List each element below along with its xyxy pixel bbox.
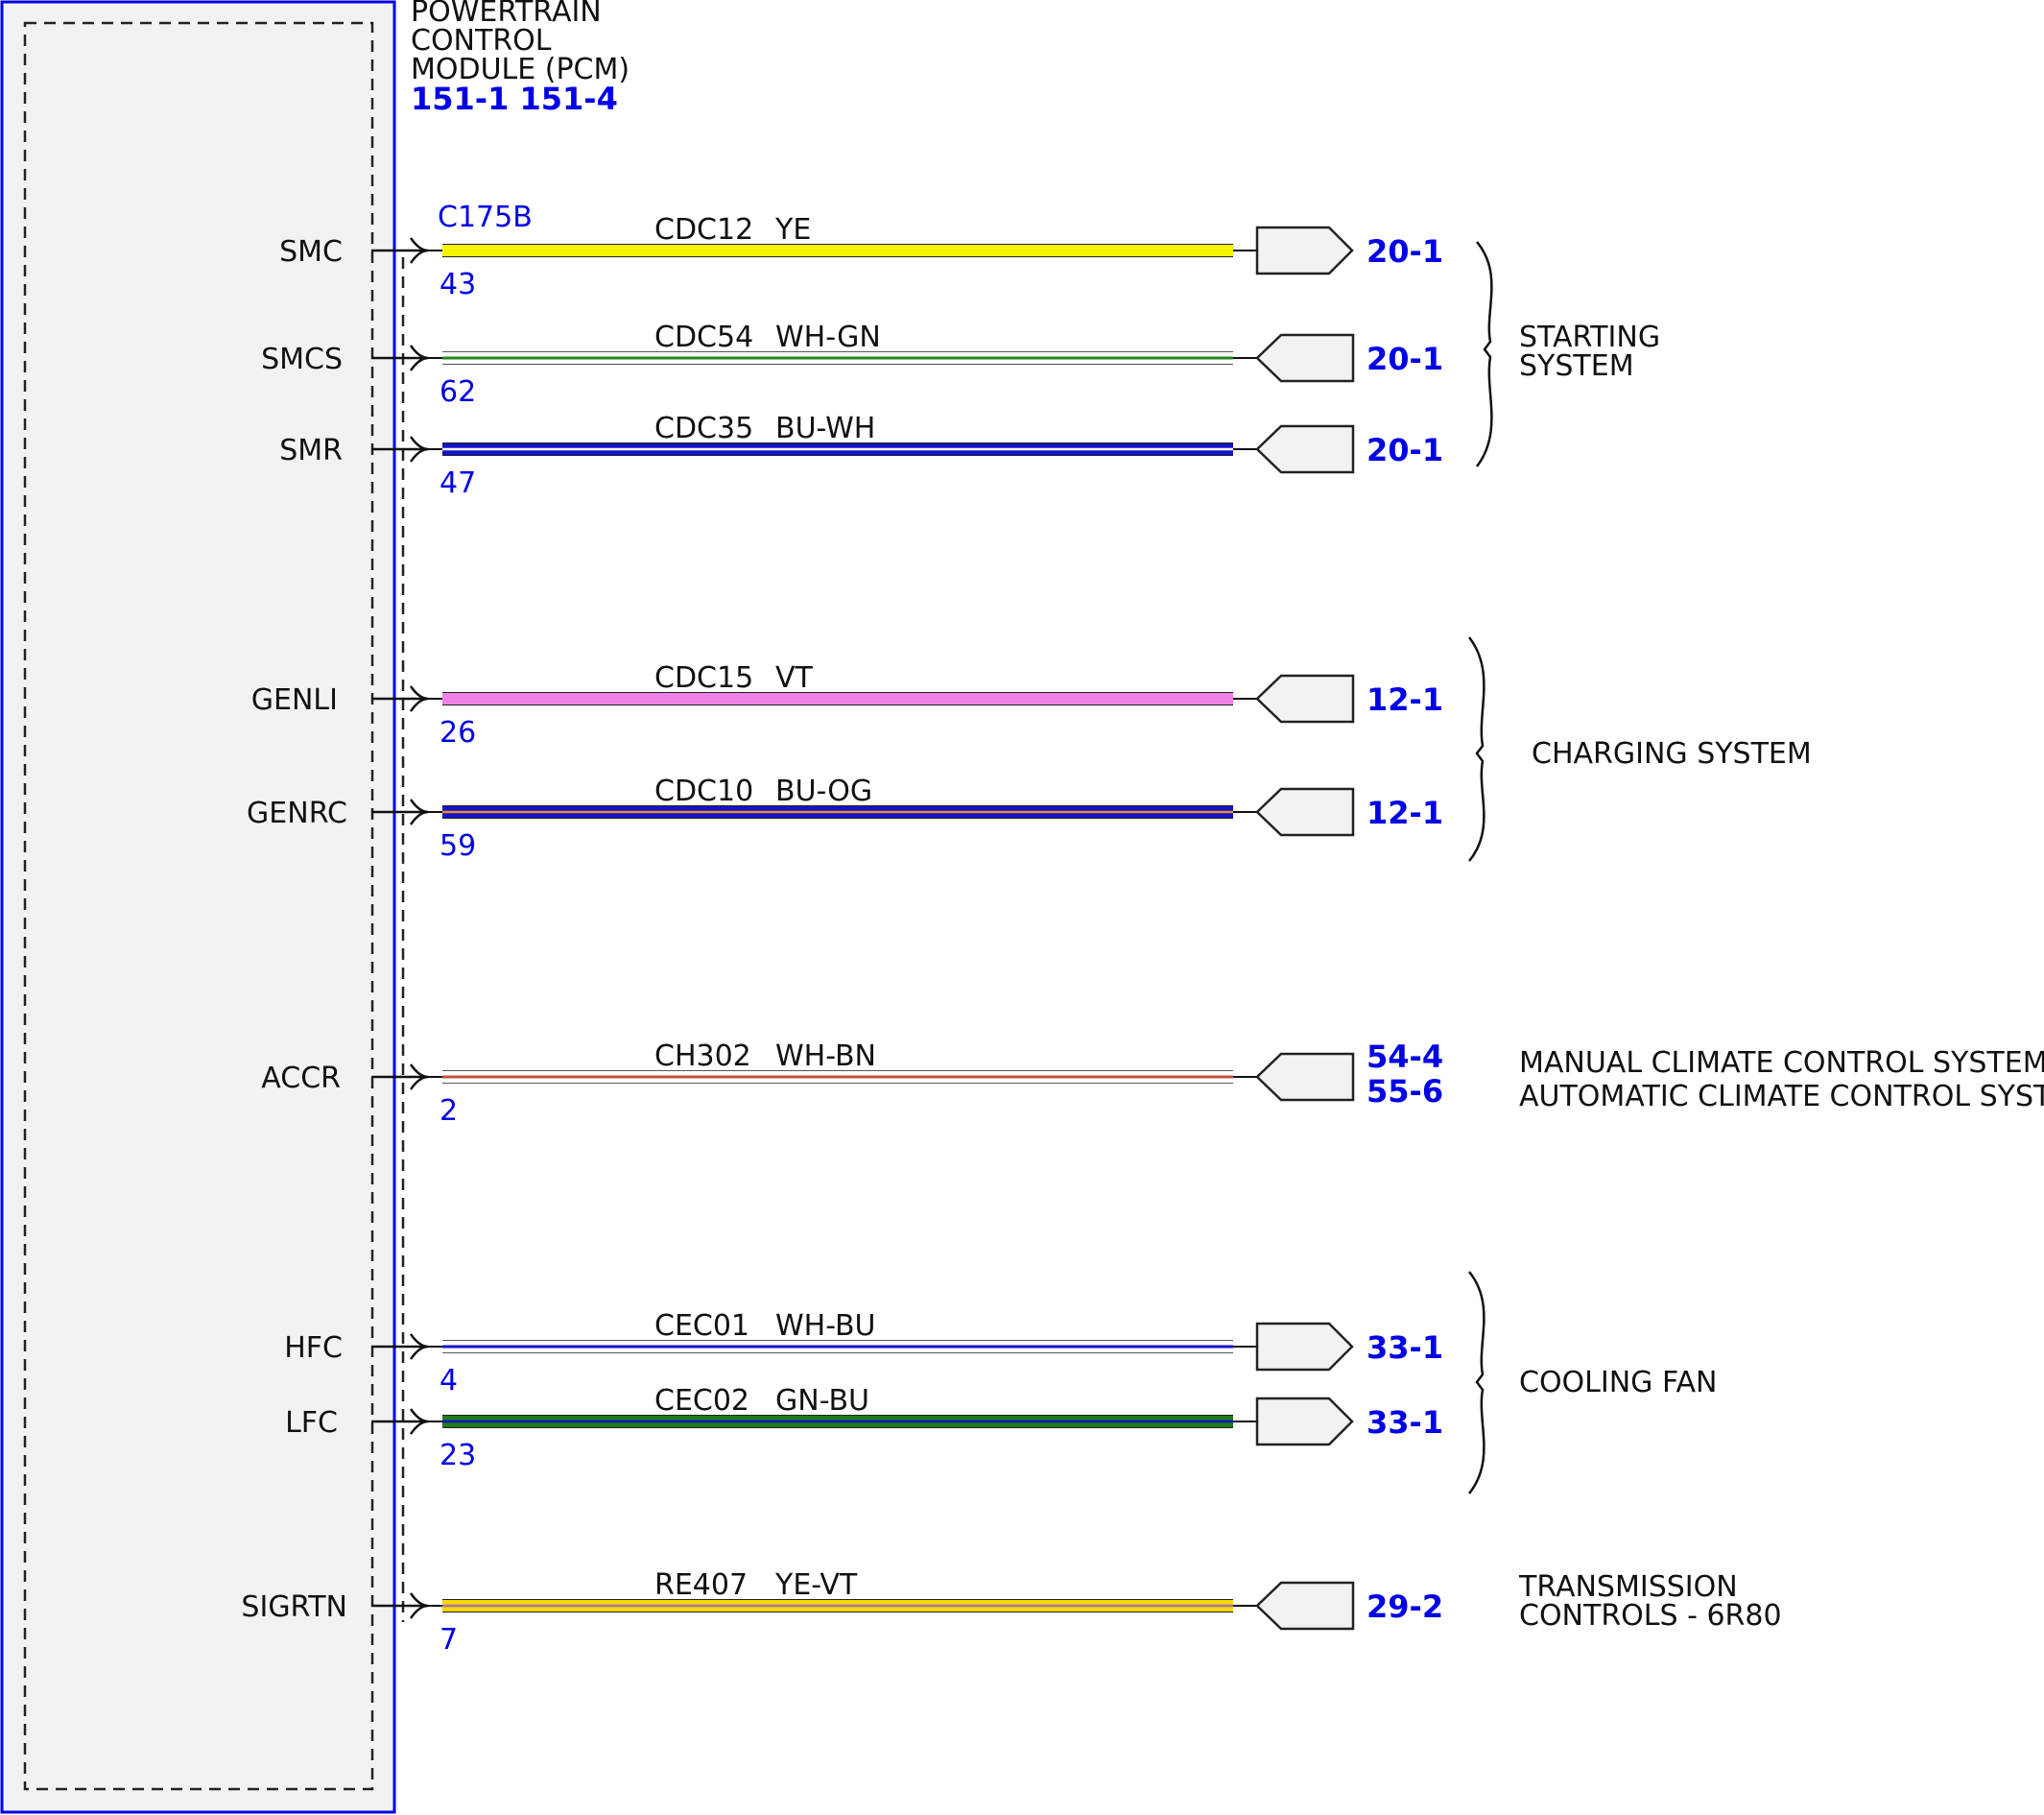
pcm-module-frame [0,0,396,1814]
page-ref-arrow-icon [1255,1397,1354,1446]
wire-color-code: WH-BN [775,1039,876,1073]
circuit-row: LFC 23 CEC02 GN-BU 33-1 [285,1384,1443,1472]
pin-number: 62 [440,375,476,409]
wire-color-code: GN-BU [775,1384,869,1418]
circuit-number: CH302 [654,1039,751,1073]
pcm-module [0,0,396,1814]
page-ref-arrow-icon [1255,787,1355,837]
page-ref[interactable]: 33-1 [1367,1404,1443,1441]
page-ref[interactable]: 54-4 [1367,1039,1443,1075]
group-label-line-1: CHARGING SYSTEM [1532,737,1812,771]
pin-number: 23 [440,1439,476,1472]
group-brace-icon [1476,241,1493,467]
group-label-line-2: SYSTEM [1519,349,1634,383]
signal-name: LFC [285,1406,338,1440]
page-ref-arrow-icon [1255,424,1355,474]
group-brace-icon [1468,1271,1485,1494]
circuit-number: CDC12 [654,213,753,247]
wire-color-code: BU-OG [775,775,872,808]
circuit-number: CDC54 [654,321,753,354]
wiring-diagram: POWERTRAIN CONTROL MODULE (PCM) 151-1 15… [0,0,2044,1814]
page-ref[interactable]: 20-1 [1367,341,1443,377]
wire-color-code: VT [775,661,814,695]
pin-number: 47 [440,466,476,500]
signal-name: ACCR [261,1062,341,1095]
wire-color-code: BU-WH [775,412,875,445]
system-group-cooling-fan: COOLING FAN [1468,1271,1717,1494]
group-label-line-2: CONTROLS - 6R80 [1519,1599,1782,1633]
circuit-row: SIGRTN 7 RE407 YE-VT 29-2 [241,1568,1443,1657]
circuit-number: RE407 [654,1568,748,1602]
group-brace-icon [1468,636,1485,862]
system-group-climate: MANUAL CLIMATE CONTROL SYSTEM AUTOMATIC … [1519,1046,2044,1113]
signal-name: HFC [284,1331,343,1365]
pin-number: 59 [440,829,476,863]
page-ref-arrow-icon [1255,1052,1355,1102]
group-label-line-1: MANUAL CLIMATE CONTROL SYSTEM [1519,1046,2044,1080]
wire-color-code: YE [774,213,811,247]
page-ref[interactable]: 12-1 [1367,681,1443,718]
pin-number: 4 [440,1364,458,1397]
circuit-row: SMCS 62 CDC54 WH-GN 20-1 [261,321,1443,409]
circuit-number: CEC01 [654,1309,749,1343]
pin-number: 2 [440,1094,458,1128]
page-ref-arrow-icon [1255,674,1355,724]
pcm-page-refs[interactable]: 151-1 151-4 [411,81,618,117]
group-label-line-1: COOLING FAN [1519,1366,1717,1399]
circuit-row: SMR 47 CDC35 BU-WH 20-1 [279,412,1443,500]
wire-color-code: WH-GN [775,321,881,354]
page-ref[interactable]: 29-2 [1367,1588,1443,1625]
pin-number: 43 [440,268,476,301]
page-ref[interactable]: 33-1 [1367,1329,1443,1366]
page-ref[interactable]: 20-1 [1367,432,1443,468]
signal-name: SMC [279,235,343,269]
page-ref[interactable]: 20-1 [1367,233,1443,270]
circuit-row: GENRC 59 CDC10 BU-OG 12-1 [247,775,1443,863]
signal-name: GENLI [251,683,338,717]
page-ref[interactable]: 12-1 [1367,795,1443,831]
page-ref-arrow-icon [1255,226,1354,275]
wire-color-code: YE-VT [774,1568,858,1602]
system-group-transmission: TRANSMISSION CONTROLS - 6R80 [1518,1570,1782,1633]
circuit-number: CDC35 [654,412,753,445]
circuit-number: CDC15 [654,661,753,695]
signal-name: SMCS [261,343,343,376]
page-ref-arrow-icon [1255,1322,1354,1372]
signal-name: GENRC [247,797,347,830]
connector-label: C175B [438,201,533,234]
page-ref-2[interactable]: 55-6 [1367,1073,1443,1110]
pin-number: 7 [440,1623,458,1657]
signal-name: SMR [279,434,343,467]
circuit-number: CEC02 [654,1384,749,1418]
circuit-row: ACCR 2 CH302 WH-BN 54-4 55-6 [261,1039,1443,1128]
signal-name: SIGRTN [241,1590,347,1624]
circuit-number: CDC10 [654,775,753,808]
system-group-starting: STARTING SYSTEM [1476,241,1660,467]
page-ref-arrow-icon [1255,333,1355,383]
pin-number: 26 [440,716,476,750]
page-ref-arrow-icon [1255,1581,1355,1631]
wire-color-code: WH-BU [775,1309,876,1343]
group-label-line-2: AUTOMATIC CLIMATE CONTROL SYSTEM [1519,1080,2044,1113]
circuit-row: GENLI 26 CDC15 VT 12-1 [251,661,1443,750]
system-group-charging: CHARGING SYSTEM [1468,636,1812,862]
